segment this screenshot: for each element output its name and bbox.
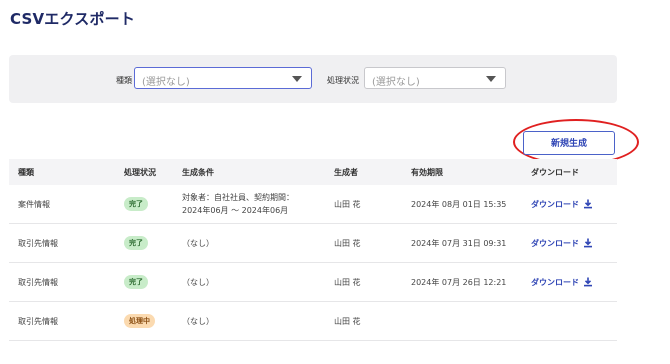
header-condition: 生成条件 [182,167,214,177]
row-creator: 山田 花 [334,277,361,287]
row-expiry: 2024年 07月 31日 09:31 [411,238,507,248]
new-generate-button[interactable]: 新規生成 [523,131,615,155]
table-row: 取引先情報 完了 （なし） 山田 花 2024年 07月 26日 12:21 ダ… [9,263,617,302]
download-label: ダウンロード [531,199,579,209]
condition-line: （なし） [182,316,214,326]
export-table: 種類 処理状況 生成条件 生成者 有効期限 ダウンロード 案件情報 完了 対象者… [9,159,617,341]
status-cell: 完了 [124,263,148,301]
condition-cell: （なし） [182,263,214,301]
status-badge: 完了 [124,275,148,289]
table-row: 取引先情報 完了 （なし） 山田 花 2024年 07月 31日 09:31 ダ… [9,224,617,263]
status-cell: 完了 [124,224,148,262]
condition-line: 対象者：自社社員、契約期間： [182,193,294,202]
download-icon [584,277,592,287]
status-filter-select[interactable]: (選択なし) [364,67,506,89]
download-label: ダウンロード [531,277,579,287]
download-cell: ダウンロード [531,263,593,301]
type-filter-label: 種類 [116,76,132,85]
condition-cell: （なし） [182,224,214,262]
table-row: 取引先情報 処理中 （なし） 山田 花 [9,302,617,341]
condition-line: 2024年06月 ～ 2024年06月 [182,206,289,215]
row-expiry: 2024年 08月 01日 15:35 [411,199,507,209]
condition-cell: （なし） [182,302,214,340]
download-cell: ダウンロード [531,224,593,262]
caret-down-icon [486,76,496,82]
download-link[interactable]: ダウンロード [531,277,593,288]
filter-panel: 種類 (選択なし) 処理状況 (選択なし) [9,55,617,103]
table-row: 案件情報 完了 対象者：自社社員、契約期間： 2024年06月 ～ 2024年0… [9,185,617,224]
status-cell: 処理中 [124,302,155,340]
header-type: 種類 [18,167,34,177]
row-expiry: 2024年 07月 26日 12:21 [411,277,507,287]
row-type: 案件情報 [18,199,50,209]
status-cell: 完了 [124,185,148,223]
download-icon [584,199,592,209]
status-badge: 処理中 [124,314,155,328]
download-link[interactable]: ダウンロード [531,238,593,249]
caret-down-icon [292,76,302,82]
page-title: CSVエクスポート [10,10,136,28]
header-status: 処理状況 [124,167,156,177]
header-download: ダウンロード [531,167,579,177]
condition-line: （なし） [182,238,214,248]
row-creator: 山田 花 [334,316,361,326]
condition-cell: 対象者：自社社員、契約期間： 2024年06月 ～ 2024年06月 [182,185,294,223]
table-header: 種類 処理状況 生成条件 生成者 有効期限 ダウンロード [9,159,617,185]
type-filter-select[interactable]: (選択なし) [134,67,312,89]
row-creator: 山田 花 [334,238,361,248]
status-filter-value: (選択なし) [372,77,420,88]
row-type: 取引先情報 [18,277,58,287]
download-icon [584,238,592,248]
header-expiry: 有効期限 [411,167,443,177]
row-type: 取引先情報 [18,238,58,248]
status-badge: 完了 [124,197,148,211]
download-label: ダウンロード [531,238,579,248]
download-link[interactable]: ダウンロード [531,199,593,210]
type-filter-value: (選択なし) [142,77,190,88]
status-badge: 完了 [124,236,148,250]
status-filter-label: 処理状況 [327,76,359,85]
download-cell: ダウンロード [531,185,593,223]
header-creator: 生成者 [334,167,358,177]
row-creator: 山田 花 [334,199,361,209]
condition-line: （なし） [182,277,214,287]
row-type: 取引先情報 [18,316,58,326]
